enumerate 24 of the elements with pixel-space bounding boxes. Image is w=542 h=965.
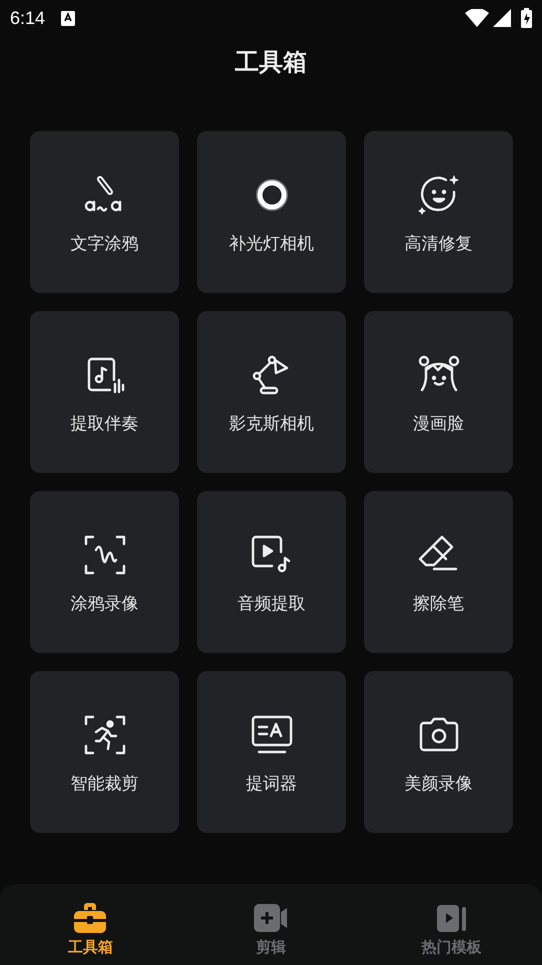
tool-card[interactable]: 美颜录像 xyxy=(364,671,513,833)
tool-card[interactable]: 涂鸦录像 xyxy=(30,491,179,653)
signal-icon xyxy=(493,9,511,27)
keyboard-icon xyxy=(61,10,76,26)
page-title: 工具箱 xyxy=(234,47,308,78)
nav-tab[interactable]: 剪辑 xyxy=(180,884,362,965)
wifi-icon xyxy=(465,9,489,27)
nav-tab[interactable]: 工具箱 xyxy=(0,884,181,965)
tool-card[interactable]: 提取伴奏 xyxy=(30,311,179,473)
video-card-icon xyxy=(436,902,468,934)
tool-card[interactable]: 补光灯相机 xyxy=(197,131,346,293)
tool-card[interactable]: 音频提取 xyxy=(197,491,346,653)
battery-icon xyxy=(521,8,532,28)
tool-card[interactable]: 影克斯相机 xyxy=(197,311,346,473)
status-time: 6:14 xyxy=(10,8,46,28)
nav-tab[interactable]: 热门模板 xyxy=(361,884,542,965)
toolbox-icon xyxy=(73,902,108,934)
tool-card[interactable]: 文字涂鸦 xyxy=(30,131,179,293)
tool-card[interactable]: 漫画脸 xyxy=(364,311,513,473)
tool-card[interactable]: 擦除笔 xyxy=(364,491,513,653)
tool-card[interactable]: 智能裁剪 xyxy=(30,671,179,833)
tool-card[interactable]: 提词器 xyxy=(197,671,346,833)
video-plus-icon xyxy=(252,902,289,934)
tool-card[interactable]: 高清修复 xyxy=(364,131,513,293)
